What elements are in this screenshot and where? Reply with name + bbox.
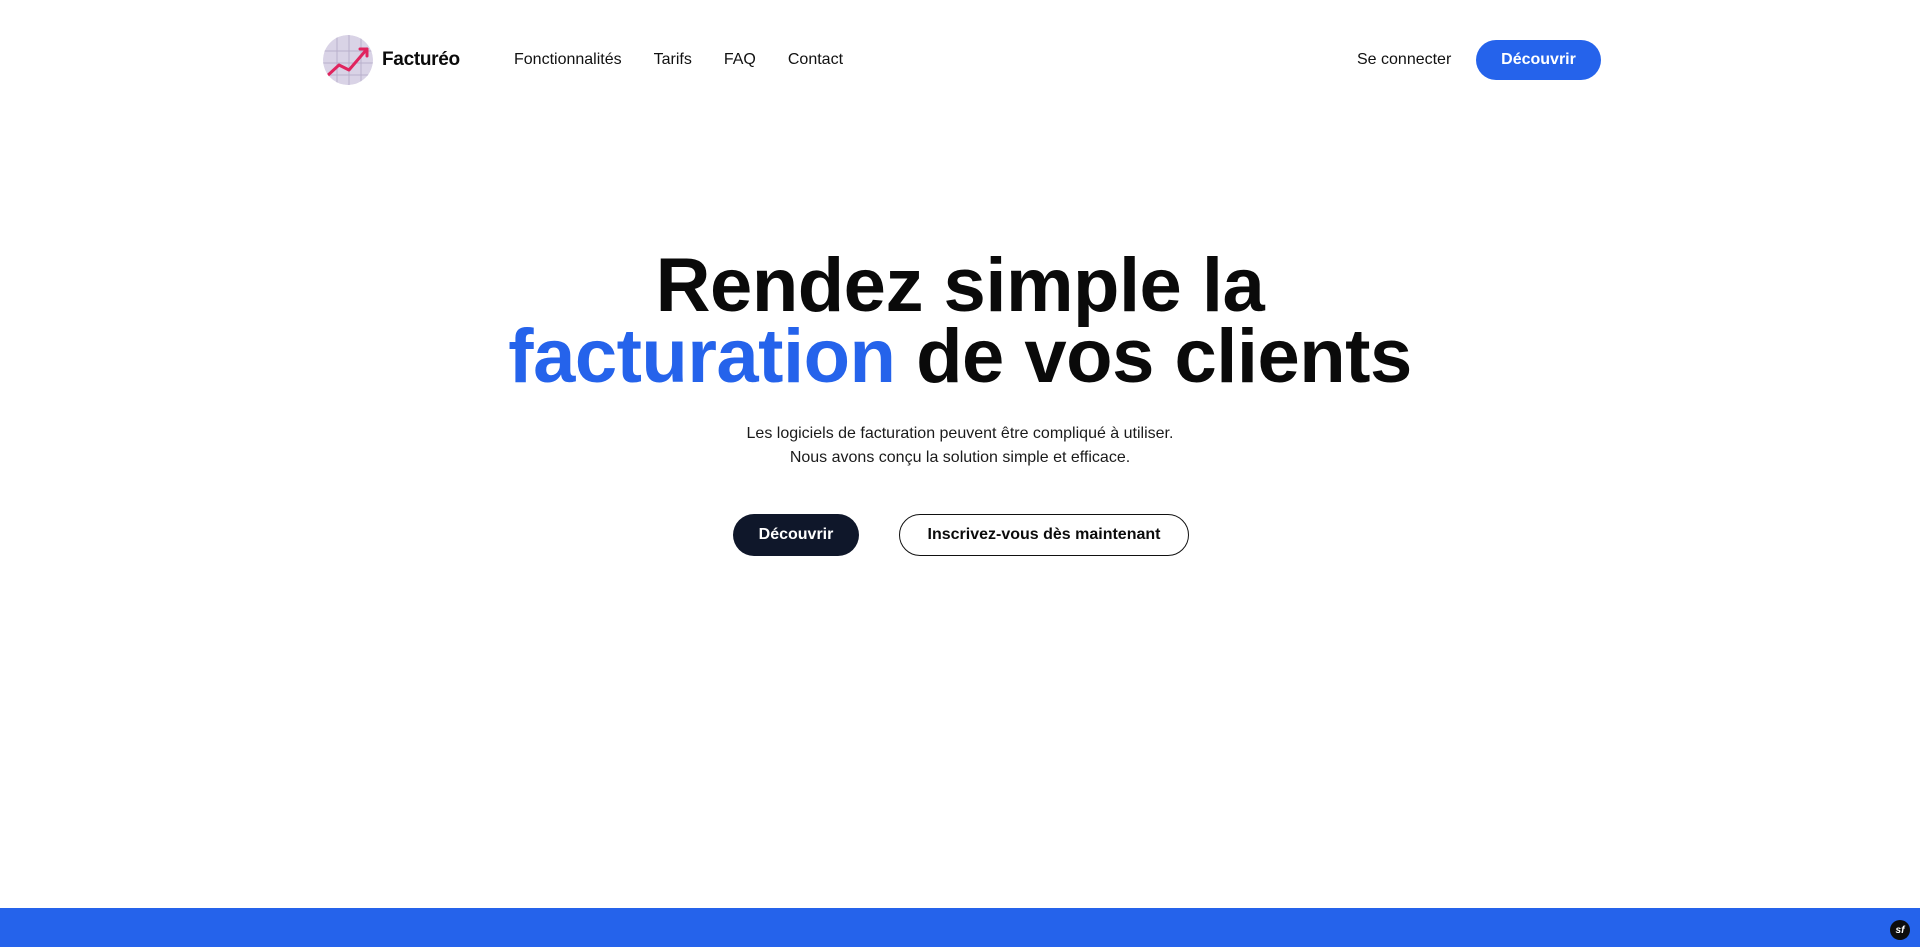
rising-chart-icon — [323, 35, 373, 85]
hero-title: Rendez simple la facturation de vos clie… — [0, 248, 1920, 395]
hero-subtitle-line1: Les logiciels de facturation peuvent êtr… — [746, 425, 1174, 442]
hero-title-accent: facturation — [508, 314, 896, 399]
hero-actions: Découvrir Inscrivez-vous dès maintenant — [733, 514, 1189, 556]
hero-subtitle-line2: Nous avons conçu la solution simple et e… — [789, 449, 1131, 466]
discover-button-header[interactable]: Découvrir — [1476, 40, 1601, 80]
hero-section: Rendez simple la facturation de vos clie… — [0, 248, 1920, 470]
nav-item-tarifs[interactable]: Tarifs — [654, 47, 692, 73]
nav-item-faq[interactable]: FAQ — [724, 47, 756, 73]
bottom-band: sf — [0, 908, 1920, 947]
site-header: Facturéo Fonctionnalités Tarifs FAQ Cont… — [0, 0, 1920, 120]
symfony-icon[interactable]: sf — [1890, 920, 1910, 940]
discover-button[interactable]: Découvrir — [733, 514, 859, 556]
nav-item-fonctionnalites[interactable]: Fonctionnalités — [514, 47, 622, 73]
brand-link[interactable]: Facturéo — [323, 34, 460, 86]
nav-item-contact[interactable]: Contact — [788, 47, 843, 73]
signup-button[interactable]: Inscrivez-vous dès maintenant — [899, 514, 1189, 556]
login-link[interactable]: Se connecter — [1357, 47, 1451, 73]
hero-title-line2: de vos clients — [895, 314, 1412, 399]
main-nav: Fonctionnalités Tarifs FAQ Contact — [514, 47, 875, 73]
hero-subtitle: Les logiciels de facturation peuvent êtr… — [0, 422, 1920, 470]
brand-name: Facturéo — [382, 49, 460, 70]
